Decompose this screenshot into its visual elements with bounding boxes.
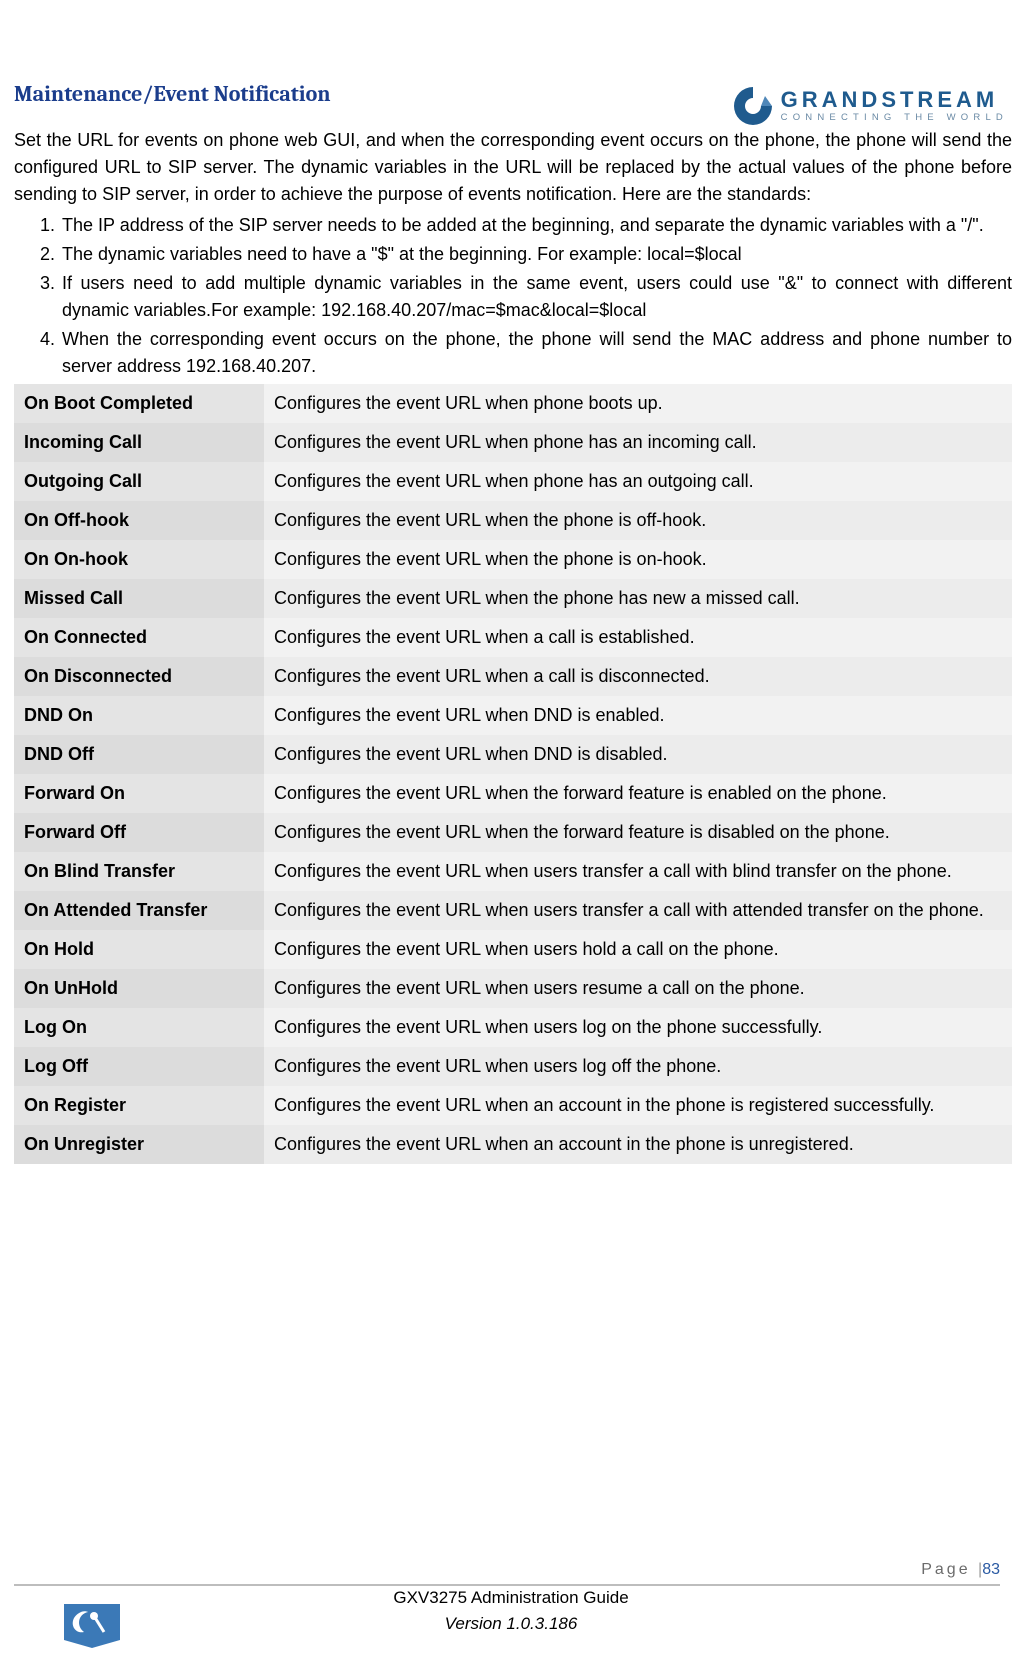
- brand-logo: GRANDSTREAM CONNECTING THE WORLD: [731, 84, 1008, 128]
- table-row: On Blind TransferConfigures the event UR…: [14, 852, 1012, 891]
- list-item: If users need to add multiple dynamic va…: [60, 270, 1012, 324]
- table-row: Outgoing CallConfigures the event URL wh…: [14, 462, 1012, 501]
- event-desc: Configures the event URL when the phone …: [264, 501, 1012, 540]
- table-row: On UnHoldConfigures the event URL when u…: [14, 969, 1012, 1008]
- page-number: Page |83: [921, 1558, 1000, 1582]
- table-row: On DisconnectedConfigures the event URL …: [14, 657, 1012, 696]
- event-desc: Configures the event URL when the phone …: [264, 579, 1012, 618]
- event-name: Outgoing Call: [14, 462, 264, 501]
- table-row: Forward OffConfigures the event URL when…: [14, 813, 1012, 852]
- event-name: On Connected: [14, 618, 264, 657]
- table-row: Missed CallConfigures the event URL when…: [14, 579, 1012, 618]
- event-name: On Disconnected: [14, 657, 264, 696]
- event-name: On Unregister: [14, 1125, 264, 1164]
- events-table: On Boot CompletedConfigures the event UR…: [14, 384, 1012, 1164]
- footer-version: Version 1.0.3.186: [0, 1611, 1022, 1637]
- event-desc: Configures the event URL when the phone …: [264, 540, 1012, 579]
- event-name: On Boot Completed: [14, 384, 264, 423]
- event-name: Log Off: [14, 1047, 264, 1086]
- list-item: The dynamic variables need to have a "$"…: [60, 241, 1012, 268]
- intro-paragraph: Set the URL for events on phone web GUI,…: [14, 127, 1012, 208]
- table-row: On Boot CompletedConfigures the event UR…: [14, 384, 1012, 423]
- event-desc: Configures the event URL when users tran…: [264, 852, 1012, 891]
- event-name: Log On: [14, 1008, 264, 1047]
- table-row: DND OnConfigures the event URL when DND …: [14, 696, 1012, 735]
- event-desc: Configures the event URL when users tran…: [264, 891, 1012, 930]
- event-name: On On-hook: [14, 540, 264, 579]
- event-name: DND On: [14, 696, 264, 735]
- event-name: Forward Off: [14, 813, 264, 852]
- table-row: On Attended TransferConfigures the event…: [14, 891, 1012, 930]
- table-row: Forward OnConfigures the event URL when …: [14, 774, 1012, 813]
- event-desc: Configures the event URL when phone has …: [264, 462, 1012, 501]
- event-name: Forward On: [14, 774, 264, 813]
- table-row: On UnregisterConfigures the event URL wh…: [14, 1125, 1012, 1164]
- brand-name: GRANDSTREAM: [781, 89, 1008, 111]
- event-desc: Configures the event URL when users log …: [264, 1047, 1012, 1086]
- event-desc: Configures the event URL when phone has …: [264, 423, 1012, 462]
- event-desc: Configures the event URL when phone boot…: [264, 384, 1012, 423]
- event-desc: Configures the event URL when an account…: [264, 1086, 1012, 1125]
- event-name: DND Off: [14, 735, 264, 774]
- event-desc: Configures the event URL when users resu…: [264, 969, 1012, 1008]
- event-desc: Configures the event URL when users hold…: [264, 930, 1012, 969]
- footer-flag-icon: [64, 1604, 120, 1656]
- table-row: On HoldConfigures the event URL when use…: [14, 930, 1012, 969]
- table-row: Log OnConfigures the event URL when user…: [14, 1008, 1012, 1047]
- page-label: Page: [921, 1561, 978, 1578]
- table-row: On On-hookConfigures the event URL when …: [14, 540, 1012, 579]
- event-name: On Off-hook: [14, 501, 264, 540]
- table-row: On RegisterConfigures the event URL when…: [14, 1086, 1012, 1125]
- event-name: On Register: [14, 1086, 264, 1125]
- event-desc: Configures the event URL when DND is ena…: [264, 696, 1012, 735]
- event-desc: Configures the event URL when a call is …: [264, 618, 1012, 657]
- logo-icon: [731, 84, 775, 128]
- table-row: DND OffConfigures the event URL when DND…: [14, 735, 1012, 774]
- table-row: On Off-hookConfigures the event URL when…: [14, 501, 1012, 540]
- event-name: On UnHold: [14, 969, 264, 1008]
- event-name: On Attended Transfer: [14, 891, 264, 930]
- list-item: When the corresponding event occurs on t…: [60, 326, 1012, 380]
- footer: GXV3275 Administration Guide Version 1.0…: [0, 1585, 1022, 1636]
- event-desc: Configures the event URL when users log …: [264, 1008, 1012, 1047]
- event-desc: Configures the event URL when an account…: [264, 1125, 1012, 1164]
- event-desc: Configures the event URL when a call is …: [264, 657, 1012, 696]
- event-name: On Blind Transfer: [14, 852, 264, 891]
- event-desc: Configures the event URL when the forwar…: [264, 813, 1012, 852]
- page-num: 83: [982, 1561, 1000, 1578]
- event-name: Missed Call: [14, 579, 264, 618]
- list-item: The IP address of the SIP server needs t…: [60, 212, 1012, 239]
- table-row: Incoming CallConfigures the event URL wh…: [14, 423, 1012, 462]
- event-name: On Hold: [14, 930, 264, 969]
- standards-list: The IP address of the SIP server needs t…: [14, 212, 1012, 380]
- event-desc: Configures the event URL when the forwar…: [264, 774, 1012, 813]
- brand-tagline: CONNECTING THE WORLD: [781, 113, 1008, 123]
- table-row: Log OffConfigures the event URL when use…: [14, 1047, 1012, 1086]
- footer-guide: GXV3275 Administration Guide: [0, 1585, 1022, 1611]
- event-desc: Configures the event URL when DND is dis…: [264, 735, 1012, 774]
- table-row: On ConnectedConfigures the event URL whe…: [14, 618, 1012, 657]
- event-name: Incoming Call: [14, 423, 264, 462]
